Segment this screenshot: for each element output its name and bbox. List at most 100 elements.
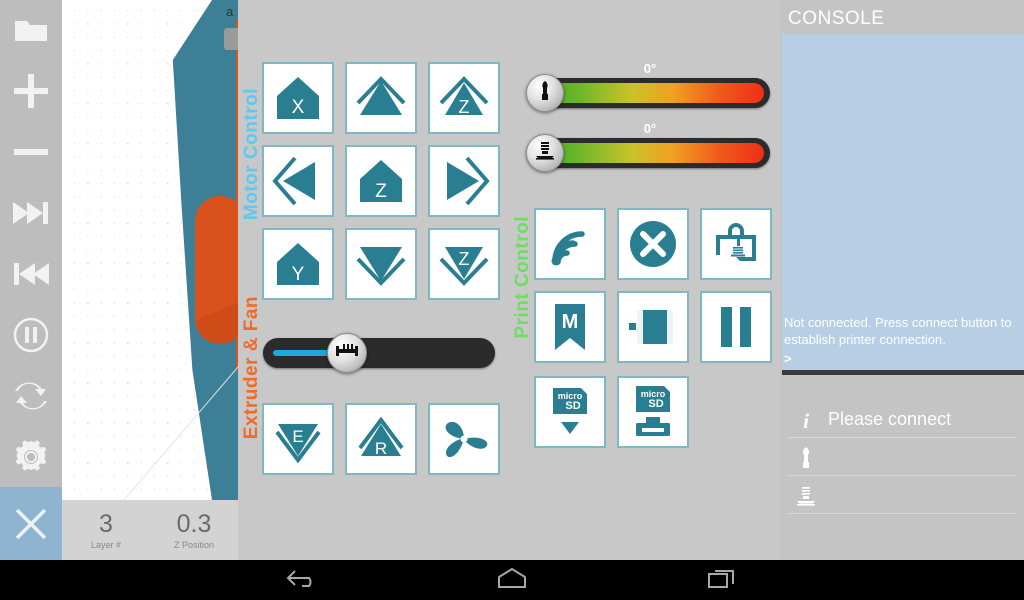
home-x-icon: X: [271, 71, 325, 125]
heated-bed-icon: [788, 484, 824, 508]
nav-home-button[interactable]: [432, 560, 592, 600]
microsd-print-icon: micro SD: [626, 384, 680, 440]
eject-panel-icon: [626, 303, 680, 351]
extruder-slider-knob[interactable]: [327, 333, 367, 373]
layer-label: Layer #: [90, 540, 122, 550]
move-z-up-button[interactable]: Z: [428, 62, 500, 134]
nav-recents-button[interactable]: [642, 560, 802, 600]
move-z-down-button[interactable]: Z: [428, 228, 500, 300]
macro-m-bookmark-icon: M: [547, 300, 593, 354]
move-y-plus-button[interactable]: [345, 62, 417, 134]
stop-print-button[interactable]: [617, 208, 689, 280]
extruder-temp-knob[interactable]: [526, 74, 564, 112]
viewer-overlay-text: a: [226, 4, 234, 19]
chevron-down-z-icon: Z: [437, 237, 491, 291]
sd-print-button[interactable]: micro SD: [617, 376, 689, 448]
extruder-temp-gradient: [536, 83, 764, 103]
recents-squares-icon: [706, 566, 738, 595]
back-arrow-icon: [285, 567, 319, 594]
connect-button[interactable]: [534, 208, 606, 280]
home-x-button[interactable]: X: [262, 62, 334, 134]
bed-temp-gradient: [536, 143, 764, 163]
svg-text:Y: Y: [292, 264, 305, 285]
layer-stat: 3 Layer #: [62, 500, 150, 560]
viewer-overlay-icon[interactable]: [224, 28, 238, 50]
zoom-out-button[interactable]: [0, 122, 62, 183]
extruder-temp-value: 0°: [643, 61, 657, 76]
app-root: a 3 Layer # 0.3 Z Position Motor Control…: [0, 0, 1024, 600]
move-x-plus-button[interactable]: [428, 145, 500, 217]
pause-playback-button[interactable]: [0, 305, 62, 366]
print-control-label: Print Control: [512, 216, 533, 339]
model-viewer[interactable]: a: [62, 0, 238, 560]
chevron-down-icon: [354, 237, 408, 291]
macro-button[interactable]: M: [534, 291, 606, 363]
layer-value: 3: [99, 510, 113, 538]
extruder-temp-row: [788, 440, 1016, 476]
fast-forward-icon: [11, 200, 51, 226]
android-navigation-bar: [0, 560, 1024, 600]
chevron-up-z-icon: Z: [437, 71, 491, 125]
zoom-in-button[interactable]: [0, 61, 62, 122]
bed-temp-slider[interactable]: 0°: [526, 121, 770, 172]
svg-text:R: R: [375, 439, 387, 458]
plus-icon: [11, 71, 51, 111]
svg-text:Z: Z: [375, 181, 387, 202]
pause-print-button[interactable]: [700, 291, 772, 363]
home-z-icon: Z: [354, 154, 408, 208]
status-row: i Please connect: [788, 402, 1016, 438]
rewind-icon: [11, 261, 51, 287]
console-prompt: >: [784, 351, 792, 366]
extruder-temp-slider[interactable]: 0°: [526, 61, 770, 112]
fan-button[interactable]: [428, 403, 500, 475]
move-y-minus-button[interactable]: [345, 228, 417, 300]
print-preview-button[interactable]: [700, 208, 772, 280]
next-layer-button[interactable]: [0, 183, 62, 244]
model-guide-line: [124, 330, 238, 510]
console-panel: CONSOLE Not connected. Press connect but…: [780, 0, 1024, 560]
open-file-button[interactable]: [0, 0, 62, 61]
info-icon: i: [788, 408, 824, 432]
svg-text:SD: SD: [565, 400, 580, 412]
extruder-slider-track[interactable]: [263, 333, 495, 373]
bed-temp-row: [788, 478, 1016, 514]
nav-back-button[interactable]: [222, 560, 382, 600]
chevron-right-icon: [437, 154, 491, 208]
extruder-temp-track[interactable]: [526, 74, 770, 112]
retract-button[interactable]: R: [345, 403, 417, 475]
extruder-speed-slider[interactable]: [263, 333, 495, 373]
print-status-bar: 3 Layer # 0.3 Z Position: [62, 500, 238, 560]
cancel-x-icon: [627, 218, 679, 270]
extrude-e-icon: E: [271, 412, 325, 466]
close-x-icon: [12, 505, 50, 543]
home-y-button[interactable]: Y: [262, 228, 334, 300]
wifi-icon: [545, 221, 595, 267]
left-toolbar: [0, 0, 62, 560]
previous-layer-button[interactable]: [0, 244, 62, 305]
gear-icon: [12, 438, 50, 476]
close-button[interactable]: [0, 487, 62, 560]
nozzle-icon: [536, 79, 554, 108]
bed-temp-knob[interactable]: [526, 134, 564, 172]
svg-text:SD: SD: [648, 398, 663, 410]
eject-button[interactable]: [617, 291, 689, 363]
settings-button[interactable]: [0, 426, 62, 487]
nozzle-icon: [788, 445, 824, 471]
console-divider: [782, 370, 1024, 375]
sd-download-button[interactable]: micro SD: [534, 376, 606, 448]
extrude-button[interactable]: E: [262, 403, 334, 475]
folder-icon: [14, 17, 48, 43]
extruder-slider-fill: [273, 350, 335, 356]
chevron-left-icon: [271, 154, 325, 208]
console-output[interactable]: Not connected. Press connect button to e…: [782, 34, 1024, 370]
bed-temp-track[interactable]: [526, 134, 770, 172]
viewer-overlay: a: [224, 0, 238, 60]
pause-bars-icon: [712, 302, 760, 352]
status-text: Please connect: [828, 409, 952, 429]
motor-control-label: Motor Control: [241, 88, 262, 221]
move-x-minus-button[interactable]: [262, 145, 334, 217]
reload-button[interactable]: [0, 365, 62, 426]
home-z-button[interactable]: Z: [345, 145, 417, 217]
svg-text:X: X: [292, 97, 305, 118]
chevron-up-icon: [354, 71, 408, 125]
